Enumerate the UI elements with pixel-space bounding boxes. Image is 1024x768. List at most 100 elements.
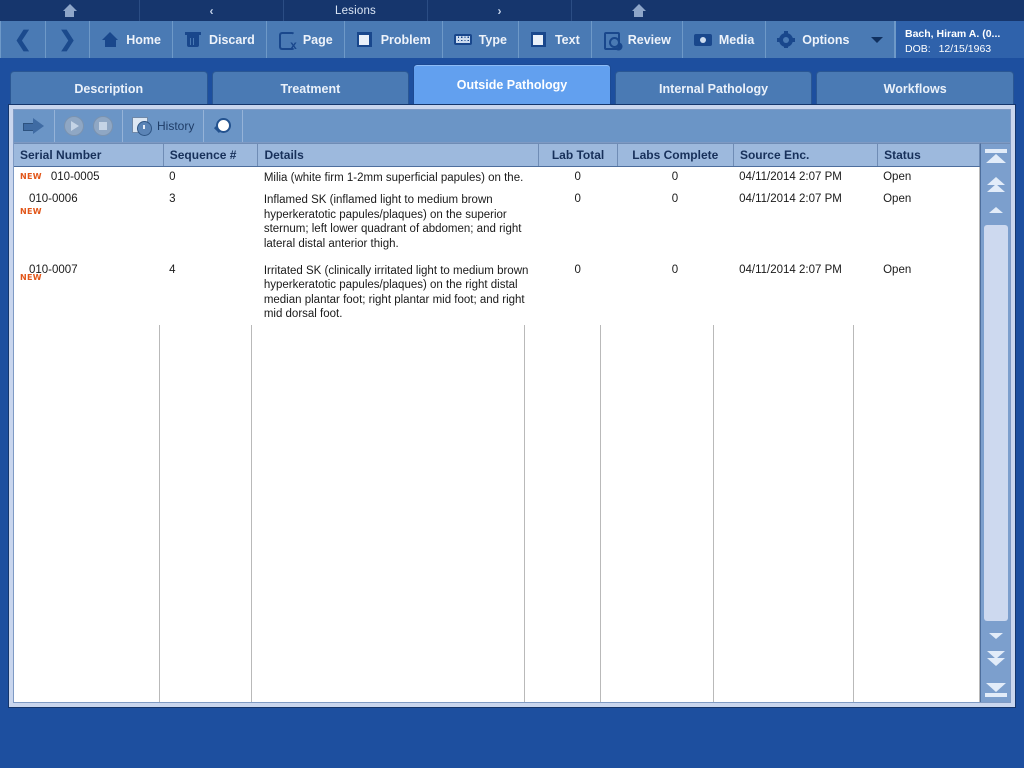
- window-title-bar: ‹ Lesions ›: [0, 0, 1024, 21]
- line-up-arrow-icon: [988, 207, 1003, 213]
- home-icon: [631, 4, 646, 17]
- page-up-double-chevron-icon: [985, 177, 1007, 195]
- column-header-sequence[interactable]: Sequence #: [163, 143, 259, 167]
- toolbar-button-home[interactable]: Home: [90, 21, 173, 58]
- titlebar-next-button[interactable]: ›: [428, 0, 572, 21]
- table-row[interactable]: NEW 010-0005 0 Milia (white firm 1-2mm su…: [14, 167, 979, 190]
- scrollbar-thumb[interactable]: [983, 225, 1008, 621]
- cell-status: Open: [877, 189, 979, 255]
- play-circle-icon[interactable]: [64, 116, 84, 136]
- column-header-source-enc[interactable]: Source Enc.: [733, 143, 879, 167]
- cell-sequence: 0: [163, 167, 258, 190]
- forward-record-button[interactable]: [14, 110, 55, 142]
- page-up-button[interactable]: [981, 174, 1011, 198]
- toolbar-label: Text: [554, 32, 580, 47]
- status-badge: NEW: [20, 272, 42, 282]
- tab-internal-pathology[interactable]: Internal Pathology: [614, 71, 813, 105]
- toolbar-label: Home: [126, 32, 161, 47]
- titlebar-home-right[interactable]: [572, 0, 705, 21]
- home-icon: [62, 4, 77, 17]
- scroll-to-bottom-icon: [984, 677, 1008, 697]
- toolbar-label: Page: [302, 32, 333, 47]
- tab-treatment[interactable]: Treatment: [211, 71, 410, 105]
- chevron-left-icon: ‹: [209, 3, 214, 18]
- cell-labs-complete: 0: [616, 254, 734, 326]
- column-header-labs-complete[interactable]: Labs Complete: [617, 143, 734, 167]
- chevron-right-icon: ›: [497, 3, 502, 18]
- grid-toolbar-spacer: [243, 110, 1010, 142]
- tab-bar: Description Treatment Outside Pathology …: [0, 58, 1024, 105]
- gear-icon: [777, 31, 796, 48]
- toolbar-button-problem[interactable]: Problem: [345, 21, 443, 58]
- column-header-status[interactable]: Status: [877, 143, 980, 167]
- chevron-left-icon: ❮: [14, 28, 32, 51]
- toolbar-button-page[interactable]: Page: [267, 21, 345, 58]
- toolbar-button-text[interactable]: Text: [519, 21, 592, 58]
- table-header-row: Serial Number Sequence # Details Lab Tot…: [14, 143, 980, 167]
- search-button[interactable]: [204, 110, 244, 142]
- patient-name: Bach, Hiram A. (0...: [905, 27, 1001, 40]
- toolbar-button-media[interactable]: Media: [683, 21, 767, 58]
- back-button[interactable]: ❮: [0, 21, 46, 58]
- cell-details: Inflamed SK (inflamed light to medium br…: [257, 189, 539, 255]
- keyboard-icon: [453, 31, 472, 48]
- toolbar-button-review[interactable]: Review: [592, 21, 683, 58]
- serial-number-value: 010-0006: [29, 193, 78, 206]
- cell-serial-number: NEW 010-0005: [14, 167, 164, 190]
- page-down-double-chevron-icon: [985, 651, 1007, 669]
- stop-circle-icon[interactable]: [93, 116, 113, 136]
- history-button[interactable]: History: [123, 110, 205, 142]
- scroll-to-bottom-button[interactable]: [981, 672, 1011, 702]
- cell-lab-total: 0: [538, 254, 617, 326]
- arrow-right-icon: [23, 118, 45, 134]
- tab-outside-pathology[interactable]: Outside Pathology: [413, 64, 611, 105]
- table-row[interactable]: NEW 010-0006 3 Inflamed SK (inflamed ligh…: [14, 189, 979, 255]
- cell-lab-total: 0: [538, 167, 617, 190]
- status-badge: NEW: [20, 207, 42, 217]
- grid-toolbar: History: [14, 110, 1010, 143]
- toolbar-label: Media: [718, 32, 755, 47]
- square-icon: [530, 31, 548, 48]
- vertical-scrollbar[interactable]: [980, 143, 1010, 702]
- toolbar-button-options[interactable]: Options: [766, 21, 895, 58]
- column-header-lab-total[interactable]: Lab Total: [538, 143, 618, 167]
- tab-workflows[interactable]: Workflows: [816, 71, 1014, 105]
- line-up-button[interactable]: [981, 198, 1011, 222]
- line-down-button[interactable]: [981, 624, 1011, 648]
- history-label: History: [157, 119, 195, 133]
- patient-dob: DOB: 12/15/1963: [905, 43, 1016, 55]
- serial-number-value: 010-0005: [50, 171, 100, 183]
- table-row[interactable]: NEW 010-0007 4 Irritated SK (clinically i…: [14, 254, 979, 326]
- scroll-to-top-button[interactable]: [981, 144, 1011, 174]
- cell-serial-number: NEW 010-0006: [14, 189, 164, 255]
- cell-status: Open: [877, 254, 979, 326]
- chevron-down-icon[interactable]: [870, 36, 883, 43]
- page-down-button[interactable]: [981, 648, 1011, 672]
- column-header-serial-number[interactable]: Serial Number: [14, 143, 164, 167]
- line-down-arrow-icon: [988, 633, 1003, 639]
- play-stop-group: [55, 110, 123, 142]
- toolbar-label: Review: [627, 32, 671, 47]
- titlebar-prev-button[interactable]: ‹: [140, 0, 284, 21]
- titlebar-home-left[interactable]: [0, 0, 140, 21]
- square-icon: [356, 31, 374, 48]
- page-close-icon: [278, 31, 297, 51]
- table-body-container[interactable]: NEW 010-0005 0 Milia (white firm 1-2mm su…: [14, 167, 980, 702]
- home-icon: [101, 31, 119, 48]
- tab-description[interactable]: Description: [10, 71, 208, 105]
- toolbar-label: Problem: [380, 32, 431, 47]
- cell-sequence: 3: [163, 189, 258, 255]
- camera-icon: [693, 31, 712, 48]
- cell-source-enc: 04/11/2014 2:07 PM: [733, 167, 878, 190]
- toolbar-button-discard[interactable]: Discard: [173, 21, 267, 58]
- toolbar-label: Type: [478, 32, 507, 47]
- status-badge: NEW: [20, 172, 42, 182]
- magnifier-icon: [213, 117, 233, 135]
- cell-serial-number: NEW 010-0007: [14, 254, 164, 326]
- toolbar-button-type[interactable]: Type: [443, 21, 519, 58]
- clock-history-icon: [132, 117, 152, 136]
- column-header-details[interactable]: Details: [257, 143, 540, 167]
- main-toolbar: ❮ ❯ Home Discard Page Problem Type Text …: [0, 21, 1024, 58]
- forward-button[interactable]: ❯: [46, 21, 91, 58]
- patient-info-panel[interactable]: Bach, Hiram A. (0... DOB: 12/15/1963: [895, 21, 1024, 58]
